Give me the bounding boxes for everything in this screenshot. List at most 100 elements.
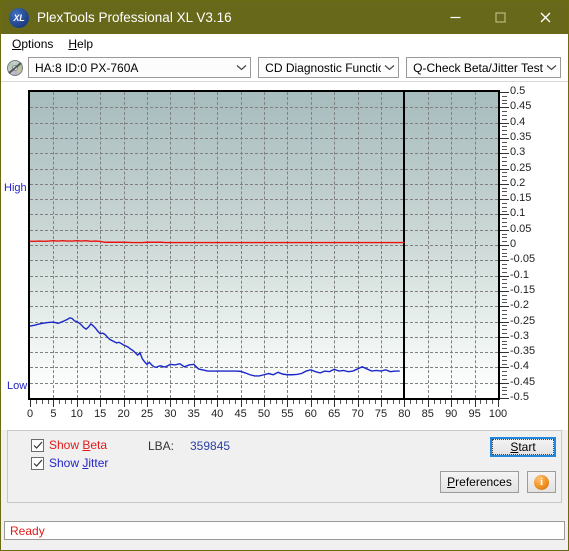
x-tick-mark: [404, 400, 406, 407]
y-tick-mark: [500, 137, 509, 139]
x-tick-minor: [234, 400, 236, 404]
x-tick-mark: [287, 400, 289, 407]
x-tick-minor: [322, 400, 324, 404]
y-tick-minor: [502, 130, 507, 132]
x-tick-minor: [345, 400, 347, 404]
y-tick-minor: [502, 302, 507, 304]
x-tick-label: 40: [211, 408, 224, 420]
y-tick-label: 0.35: [510, 130, 532, 143]
start-button[interactable]: Start: [490, 437, 556, 457]
y-tick-minor: [502, 157, 507, 159]
y-tick-minor: [502, 271, 507, 273]
function-select-value: CD Diagnostic Functions: [265, 60, 381, 75]
y-tick-label: -0.4: [510, 360, 529, 373]
y-tick-label: 0.1: [510, 207, 526, 220]
y-tick-mark: [500, 352, 509, 354]
y-tick-minor: [502, 118, 507, 120]
x-tick-minor: [59, 400, 61, 404]
x-tick-minor: [252, 400, 254, 404]
y-tick-mark: [500, 245, 509, 246]
toolbar: HA:8 ID:0 PX-760A CD Diagnostic Function…: [1, 54, 568, 82]
show-jitter-checkbox-row[interactable]: Show Jitter: [31, 456, 108, 470]
y-tick-mark: [500, 153, 509, 155]
x-tick-minor: [410, 400, 412, 404]
y-tick-minor: [502, 134, 507, 136]
x-tick-label: 45: [234, 408, 247, 420]
x-tick-minor: [340, 400, 342, 404]
x-tick-minor: [486, 400, 488, 404]
y-tick-minor: [502, 206, 507, 208]
x-tick-minor: [223, 400, 225, 404]
y-axis-high-label: High: [4, 182, 27, 194]
status-text: Ready: [10, 523, 45, 538]
y-tick-minor: [502, 191, 507, 193]
y-tick-minor: [502, 225, 507, 227]
y-tick-minor: [502, 233, 507, 235]
plot-area: [28, 90, 500, 400]
chevron-down-icon[interactable]: [233, 58, 250, 77]
y-tick-mark: [500, 229, 509, 231]
menu-item-options[interactable]: Options: [6, 36, 62, 52]
test-select[interactable]: Q-Check Beta/Jitter Test: [406, 57, 561, 78]
y-tick-minor: [502, 390, 507, 392]
chevron-down-icon[interactable]: [543, 58, 560, 77]
maximize-icon[interactable]: [478, 1, 523, 34]
x-tick-mark: [76, 400, 78, 407]
y-tick-minor: [502, 340, 507, 342]
y-tick-mark: [500, 92, 509, 93]
y-tick-minor: [502, 386, 507, 388]
y-tick-label: -0.25: [510, 314, 536, 327]
show-beta-checkbox[interactable]: [31, 438, 44, 452]
y-tick-minor: [502, 237, 507, 239]
x-tick-minor: [117, 400, 119, 404]
x-tick-minor: [35, 400, 37, 404]
y-tick-minor: [502, 348, 507, 350]
info-icon: i: [534, 474, 549, 490]
y-tick-minor: [502, 222, 507, 224]
x-tick-label: 5: [50, 408, 57, 420]
info-button[interactable]: i: [527, 471, 556, 493]
y-tick-mark: [500, 398, 509, 399]
y-tick-minor: [502, 179, 507, 181]
function-select[interactable]: CD Diagnostic Functions: [258, 57, 400, 78]
preferences-button[interactable]: Preferences: [440, 471, 519, 493]
y-tick-mark: [500, 168, 509, 170]
x-tick-minor: [258, 400, 260, 404]
show-beta-checkbox-row[interactable]: Show Beta: [31, 438, 107, 452]
drive-select[interactable]: HA:8 ID:0 PX-760A: [28, 57, 252, 78]
y-tick-minor: [502, 145, 507, 147]
y-tick-label: -0.15: [510, 283, 536, 296]
close-icon[interactable]: [523, 1, 568, 34]
y-tick-minor: [502, 287, 507, 289]
y-tick-minor: [502, 264, 507, 266]
x-tick-minor: [369, 400, 371, 404]
chevron-down-icon[interactable]: [381, 58, 398, 77]
x-tick-label: 10: [70, 408, 83, 420]
minimize-icon[interactable]: [433, 1, 478, 34]
y-tick-mark: [500, 183, 509, 185]
x-tick-minor: [421, 400, 423, 404]
y-tick-minor: [502, 310, 507, 312]
show-jitter-checkbox[interactable]: [31, 456, 44, 470]
y-tick-mark: [500, 107, 509, 109]
x-tick-minor: [187, 400, 189, 404]
x-tick-minor: [88, 400, 90, 404]
y-tick-minor: [502, 210, 507, 212]
x-tick-label: 70: [351, 408, 364, 420]
x-tick-minor: [275, 400, 277, 404]
x-tick-minor: [299, 400, 301, 404]
y-tick-minor: [502, 298, 507, 300]
x-tick-label: 0: [26, 408, 34, 420]
controls-panel: Show Beta Show Jitter LBA: 359845 Start …: [7, 430, 562, 503]
y-tick-minor: [502, 313, 507, 315]
series-beta-line: [30, 240, 405, 244]
x-tick-minor: [182, 400, 184, 404]
y-tick-label: 0.15: [510, 192, 532, 205]
x-tick-minor: [94, 400, 96, 404]
series-jitter-line: [30, 317, 400, 377]
y-tick-label: 0.5: [510, 85, 526, 97]
y-axis-low-label: Low: [7, 380, 28, 392]
y-tick-mark: [500, 199, 509, 201]
menu-item-help[interactable]: Help: [62, 36, 102, 52]
y-tick-minor: [502, 267, 507, 269]
